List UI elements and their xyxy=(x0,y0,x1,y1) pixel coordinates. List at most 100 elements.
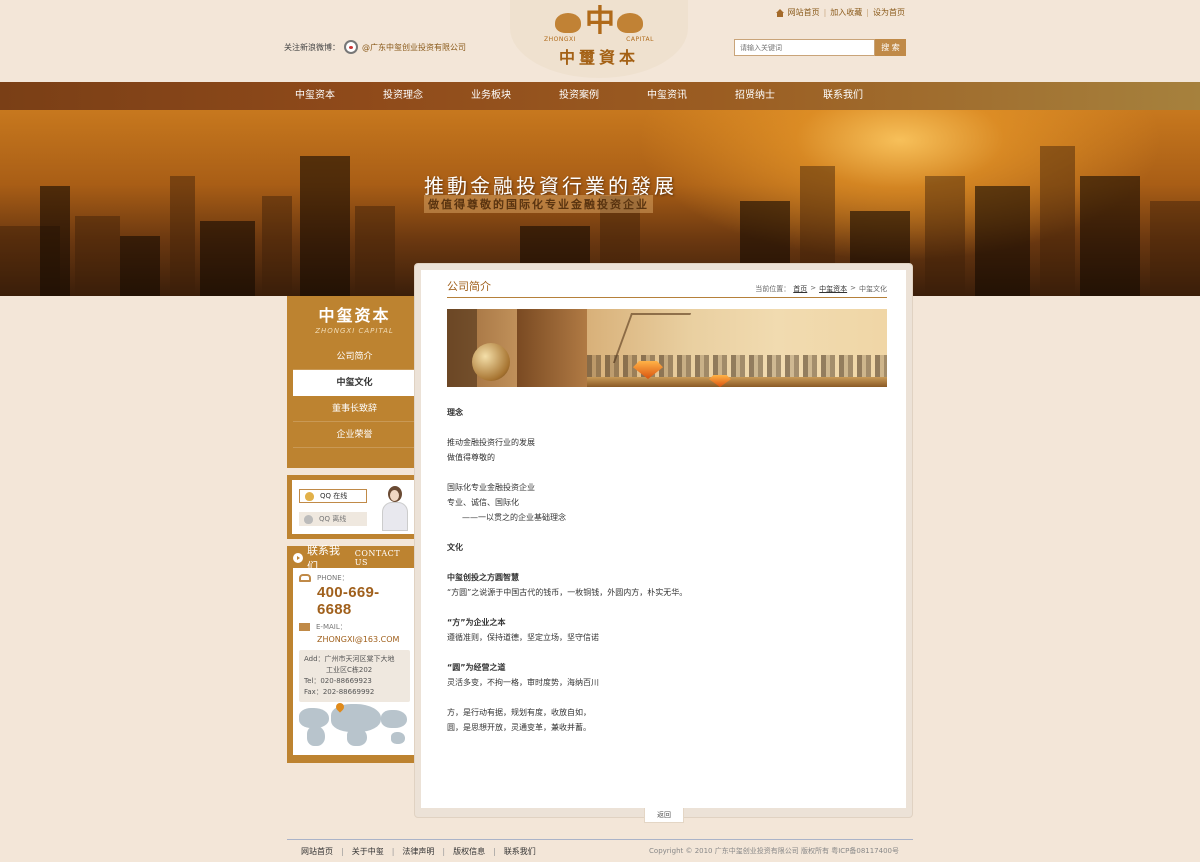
phone-row: PHONE： xyxy=(299,573,410,583)
nav-item-careers[interactable]: 招贤纳士 xyxy=(735,82,823,110)
article-paragraph: 理念 xyxy=(447,408,463,417)
top-link-set-home[interactable]: 设为首页 xyxy=(873,7,905,18)
qq-support: QQ 在线 QQ 离线 xyxy=(287,475,422,539)
contact-title: 联系我们 CONTACT US xyxy=(293,544,416,573)
back-button[interactable]: 返回 xyxy=(644,808,684,823)
article-paragraph: “圆”为经营之道 xyxy=(447,663,506,672)
article-paragraph: 文化 xyxy=(447,543,463,552)
side-item-culture[interactable]: 中玺文化 xyxy=(293,370,416,396)
search-input[interactable] xyxy=(734,39,875,56)
divider: | xyxy=(493,846,496,856)
side-logo-en: ZHONGXI CAPITAL xyxy=(315,327,394,335)
article-paragraph: 国际化专业金融投资企业 xyxy=(447,483,535,492)
logo-en-right: CAPITAL xyxy=(626,36,654,43)
article-paragraph xyxy=(447,525,887,540)
top-link-favorite[interactable]: 加入收藏 xyxy=(830,7,862,18)
article-paragraph: “方圆”之说源于中国古代的钱币，一枚铜钱，外圆内方，朴实无华。 xyxy=(447,588,688,597)
copyright: Copyright © 2010 广东中玺创业投资有限公司 版权所有 粤ICP备… xyxy=(649,847,899,855)
home-icon xyxy=(775,8,784,17)
footer: 网站首页 | 关于中玺 | 法律声明 | 版权信息 | 联系我们 Copyrig… xyxy=(287,839,913,862)
footer-links: 网站首页 | 关于中玺 | 法律声明 | 版权信息 | 联系我们 xyxy=(287,846,536,857)
divider: | xyxy=(866,8,869,17)
breadcrumb: 当前位置： 首页 > 中玺资本 > 中玺文化 xyxy=(755,284,887,294)
nav-item-business[interactable]: 业务板块 xyxy=(471,82,559,110)
breadcrumb-home[interactable]: 首页 xyxy=(793,284,807,294)
phone-icon xyxy=(299,574,311,582)
lion-right-icon xyxy=(617,13,643,33)
address-line: Add：广州市天河区棠下大地 xyxy=(304,655,395,663)
article-paragraph: 中玺创投之方圆智慧 xyxy=(447,573,519,582)
qq-online-button[interactable]: QQ 在线 xyxy=(299,489,367,503)
qq-offline-label: QQ 离线 xyxy=(319,515,347,523)
lion-left-icon xyxy=(555,13,581,33)
qq-online-label: QQ 在线 xyxy=(320,492,348,500)
email-label: E-MAIL： xyxy=(316,623,347,631)
fax-line: Fax：202-88669992 xyxy=(304,688,375,696)
article-paragraph: 灵活多变，不拘一格，审时度势，海纳百川 xyxy=(447,678,599,687)
tel-line: Tel：020-88669923 xyxy=(304,677,372,685)
logo-en: ZHONGXI CAPITAL xyxy=(544,36,654,43)
weibo-label: 关注新浪微博： xyxy=(284,42,340,52)
article-paragraph xyxy=(447,645,887,660)
world-map xyxy=(299,698,411,750)
support-agent-image xyxy=(379,483,411,531)
page-title: 公司简介 xyxy=(447,280,491,293)
side-item-profile[interactable]: 公司简介 xyxy=(293,344,416,370)
side-item-honors[interactable]: 企业荣誉 xyxy=(293,422,416,448)
divider: | xyxy=(341,846,344,856)
article-paragraph xyxy=(447,555,887,570)
footer-link-copyright[interactable]: 版权信息 xyxy=(453,846,485,857)
article-body: 理念推动金融投资行业的发展 做值得尊敬的国际化专业金融投资企业 专业、诚信、国际化 —… xyxy=(447,405,887,735)
nav-item-about[interactable]: 中玺资本 xyxy=(295,82,383,110)
email-row: E-MAIL： xyxy=(299,622,410,632)
article-paragraph: 推动金融投资行业的发展 xyxy=(447,438,535,447)
article-paragraph xyxy=(447,600,887,615)
main-nav: 中玺资本 投资理念 业务板块 投资案例 中玺资讯 招贤纳士 联系我们 xyxy=(0,82,1200,110)
article-paragraph: 专业、诚信、国际化 xyxy=(447,498,519,507)
search-button[interactable]: 搜 索 xyxy=(875,39,906,56)
contact-title-en: CONTACT US xyxy=(354,549,401,567)
contact-panel: 联系我们 CONTACT US PHONE： 400-669-6688 E-MA… xyxy=(287,544,422,763)
banner-slogan-sub: 做值得尊敬的国际化专业金融投资企业 xyxy=(424,195,653,213)
phone-number: 400-669-6688 xyxy=(317,584,380,618)
logo-cn: 中璽資本 xyxy=(558,48,639,67)
address-line: 工业区C栋202 xyxy=(326,666,373,674)
nav-item-cases[interactable]: 投资案例 xyxy=(559,82,647,110)
logo-mark: 中 xyxy=(551,7,647,37)
weibo-follow: 关注新浪微博： @广东中玺创业投资有限公司 xyxy=(284,40,466,54)
footer-link-home[interactable]: 网站首页 xyxy=(301,846,333,857)
logo-mark-text: 中 xyxy=(585,4,615,39)
nav-item-philosophy[interactable]: 投资理念 xyxy=(383,82,471,110)
top-links: 网站首页 | 加入收藏 | 设为首页 xyxy=(775,7,905,18)
weibo-link[interactable]: @广东中玺创业投资有限公司 xyxy=(362,42,466,53)
search-bar: 搜 索 xyxy=(734,39,906,56)
footer-link-contact[interactable]: 联系我们 xyxy=(504,846,536,857)
breadcrumb-prefix: 当前位置： xyxy=(755,285,791,293)
breadcrumb-section[interactable]: 中玺资本 xyxy=(819,284,847,294)
arrow-circle-icon xyxy=(293,553,303,563)
header: 关注新浪微博： @广东中玺创业投资有限公司 中 ZHONGXI CAPITAL … xyxy=(0,0,1200,82)
nav-item-contact[interactable]: 联系我们 xyxy=(823,82,911,110)
mail-icon xyxy=(299,623,310,631)
article-paragraph xyxy=(447,690,887,705)
breadcrumb-current: 中玺文化 xyxy=(859,285,887,293)
qq-penguin-icon xyxy=(304,514,313,524)
article-paragraph: 遵循准则，保持道德，坚定立场，坚守信诺 xyxy=(447,633,599,642)
footer-link-about[interactable]: 关于中玺 xyxy=(352,846,384,857)
breadcrumb-sep: > xyxy=(850,284,856,292)
divider: | xyxy=(391,846,395,856)
email-address[interactable]: ZHONGXI@163.COM xyxy=(317,635,410,644)
site-logo[interactable]: 中 ZHONGXI CAPITAL 中璽資本 xyxy=(510,0,688,78)
side-item-chairman[interactable]: 董事长致辞 xyxy=(293,396,416,422)
article-paragraph: “方”为企业之本 xyxy=(447,618,506,627)
top-link-home[interactable]: 网站首页 xyxy=(788,7,820,18)
left-sidebar: 中玺资本 ZHONGXI CAPITAL 公司简介 中玺文化 董事长致辞 企业荣… xyxy=(287,296,422,763)
article-paragraph: 圆，是思想开放，灵通变革，兼收并蓄。 xyxy=(447,723,591,732)
article-paragraph: 做值得尊敬的 xyxy=(447,453,495,462)
address-block: Add：广州市天河区棠下大地 工业区C栋202 Tel：020-88669923… xyxy=(299,650,410,702)
article-paragraph: ——一以贯之的企业基础理念 xyxy=(462,513,566,522)
nav-item-news[interactable]: 中玺资讯 xyxy=(647,82,735,110)
footer-link-legal[interactable]: 法律声明 xyxy=(402,846,434,857)
qq-offline-button[interactable]: QQ 离线 xyxy=(299,512,367,526)
weibo-icon[interactable] xyxy=(344,40,358,54)
